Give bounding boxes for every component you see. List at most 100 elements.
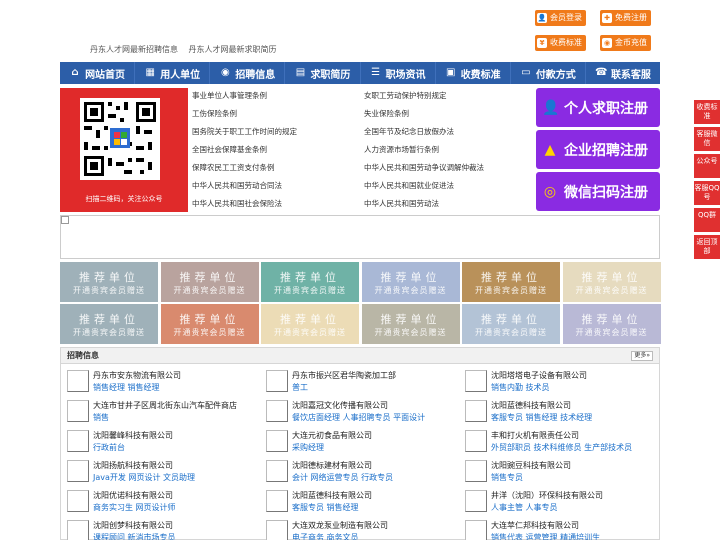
job-positions[interactable]: Java开发 网页设计 文员助理 (93, 472, 195, 483)
side-qq-service-button[interactable]: 客服QQ号 (694, 181, 720, 205)
company-logo[interactable] (67, 400, 89, 422)
job-positions[interactable]: 会计 网络运营专员 行政专员 (292, 472, 393, 483)
nav-jobs[interactable]: ◉ 招聘信息 (210, 62, 286, 84)
free-register-button[interactable]: ✚ 免费注册 (600, 10, 651, 26)
wechat-register-button[interactable]: ◎ 微信扫码注册 (536, 172, 660, 211)
law-link[interactable]: 中华人民共和国就业促进法 (364, 180, 454, 191)
job-positions[interactable]: 销售 (93, 412, 109, 423)
company-logo[interactable] (465, 430, 487, 452)
job-positions[interactable]: 普工 (292, 382, 308, 393)
company-name[interactable]: 大连苹仁邦科技有限公司 (491, 520, 579, 531)
law-link[interactable]: 女职工劳动保护特别规定 (364, 90, 447, 101)
nav-home[interactable]: ⌂ 网站首页 (60, 62, 136, 84)
coin-recharge-button[interactable]: ◉ 金币充值 (600, 35, 651, 51)
law-link[interactable]: 事业单位人事管理条例 (192, 90, 267, 101)
job-positions[interactable]: 销售经理 销售经理 (93, 382, 160, 393)
company-name[interactable]: 丹东市振兴区君华陶瓷加工部 (292, 370, 396, 381)
job-positions[interactable]: 电子商务 商务文员 (292, 532, 359, 540)
nav-payment[interactable]: ▭ 付款方式 (511, 62, 586, 84)
company-logo[interactable] (266, 400, 288, 422)
promo-tile[interactable]: 推荐单位 开通贵宾会员赠送 (562, 262, 661, 302)
law-link[interactable]: 中华人民共和国劳动法 (364, 198, 439, 209)
side-fee-button[interactable]: 收费标准 (694, 100, 720, 124)
company-name[interactable]: 丹东市安东物流有限公司 (93, 370, 181, 381)
promo-tile[interactable]: 推荐单位 开通贵宾会员赠送 (160, 304, 259, 344)
company-name[interactable]: 沈阳扬航科技有限公司 (93, 460, 173, 471)
promo-tile[interactable]: 推荐单位 开通贵宾会员赠送 (562, 304, 661, 344)
promo-tile[interactable]: 推荐单位 开通贵宾会员赠送 (60, 262, 158, 302)
company-name[interactable]: 丰和打火机有限责任公司 (491, 430, 579, 441)
nav-resumes[interactable]: ▤ 求职简历 (285, 62, 361, 84)
job-positions[interactable]: 销售内勤 技术员 (491, 382, 550, 393)
company-name[interactable]: 沈阳馨峰科技有限公司 (93, 430, 173, 441)
company-name[interactable]: 沈阳塔塔电子设备有限公司 (491, 370, 587, 381)
job-positions[interactable]: 采购经理 (292, 442, 324, 453)
job-positions[interactable]: 餐饮店面经理 人事招聘专员 平面设计 (292, 412, 425, 423)
company-logo[interactable] (266, 370, 288, 392)
company-logo[interactable] (465, 520, 487, 540)
nav-fees[interactable]: ▣ 收费标准 (436, 62, 511, 84)
law-link[interactable]: 中华人民共和国劳动争议调解仲裁法 (364, 162, 484, 173)
company-logo[interactable] (266, 490, 288, 512)
side-wechat-service-button[interactable]: 客服微信 (694, 127, 720, 151)
company-logo[interactable] (465, 370, 487, 392)
company-name[interactable]: 沈阳蓝德科技有限公司 (491, 400, 571, 411)
law-link[interactable]: 全国年节及纪念日放假办法 (364, 126, 454, 137)
law-link[interactable]: 中华人民共和国社会保险法 (192, 198, 282, 209)
company-name[interactable]: 沈阳优诺科技有限公司 (93, 490, 173, 501)
company-logo[interactable] (465, 460, 487, 482)
law-link[interactable]: 人力资源市场暂行条例 (364, 144, 439, 155)
company-name[interactable]: 井洋（沈阳）环保科技有限公司 (491, 490, 603, 501)
job-positions[interactable]: 客服专员 销售经理 技术经理 (491, 412, 592, 423)
side-official-account-button[interactable]: 公众号 (694, 154, 720, 178)
promo-tile[interactable]: 推荐单位 开通贵宾会员赠送 (160, 262, 259, 302)
job-positions[interactable]: 销售专员 (491, 472, 523, 483)
job-positions[interactable]: 课程顾问 新消市场专员 (93, 532, 176, 540)
job-positions[interactable]: 外贸部职员 技术科维修员 生产部技术员 (491, 442, 632, 453)
company-name[interactable]: 大连市甘井子区周北街东山汽车配件商店 (93, 400, 237, 411)
side-back-to-top-button[interactable]: 返回顶部 (694, 235, 720, 259)
company-logo[interactable] (266, 520, 288, 540)
nav-news[interactable]: ☰ 职场资讯 (361, 62, 436, 84)
latest-resumes-link[interactable]: 丹东人才网最新求职简历 (189, 45, 277, 54)
company-logo[interactable] (67, 370, 89, 392)
promo-tile[interactable]: 推荐单位 开通贵宾会员赠送 (261, 304, 359, 344)
law-link[interactable]: 失业保险条例 (364, 108, 409, 119)
job-positions[interactable]: 行政前台 (93, 442, 125, 453)
company-logo[interactable] (67, 430, 89, 452)
law-link[interactable]: 保障农民工工资支付条例 (192, 162, 275, 173)
law-link[interactable]: 中华人民共和国劳动合同法 (192, 180, 282, 191)
company-logo[interactable] (67, 520, 89, 540)
promo-tile[interactable]: 推荐单位 开通贵宾会员赠送 (60, 304, 158, 344)
company-name[interactable]: 大连双龙泵业制造有限公司 (292, 520, 388, 531)
company-name[interactable]: 沈阳嘉冠文化传播有限公司 (292, 400, 388, 411)
company-logo[interactable] (67, 490, 89, 512)
company-logo[interactable] (465, 400, 487, 422)
promo-tile[interactable]: 推荐单位 开通贵宾会员赠送 (261, 262, 359, 302)
job-positions[interactable]: 人事主管 人事专员 (491, 502, 558, 513)
company-name[interactable]: 沈阳创梦科技有限公司 (93, 520, 173, 531)
law-link[interactable]: 工伤保险条例 (192, 108, 237, 119)
company-logo[interactable] (67, 460, 89, 482)
company-name[interactable]: 沈阳德标建材有限公司 (292, 460, 372, 471)
latest-jobs-link[interactable]: 丹东人才网最新招聘信息 (90, 45, 178, 54)
job-positions[interactable]: 销售代表 运营管理 精通培训生 (491, 532, 600, 540)
fee-standard-button[interactable]: ¥ 收费标准 (535, 35, 586, 51)
company-name[interactable]: 沈阳蓝德科技有限公司 (292, 490, 372, 501)
company-logo[interactable] (266, 460, 288, 482)
personal-register-button[interactable]: 👤 个人求职注册 (536, 88, 660, 127)
company-name[interactable]: 大连元初食品有限公司 (292, 430, 372, 441)
job-positions[interactable]: 客服专员 销售经理 (292, 502, 359, 513)
law-link[interactable]: 国务院关于职工工作时间的规定 (192, 126, 297, 137)
more-link[interactable]: 更多» (631, 351, 653, 361)
company-name[interactable]: 沈阳豌豆科技有限公司 (491, 460, 571, 471)
nav-employers[interactable]: ▦ 用人单位 (135, 62, 211, 84)
promo-tile[interactable]: 推荐单位 开通贵宾会员赠送 (462, 304, 560, 344)
side-qq-group-button[interactable]: QQ群 (694, 208, 720, 232)
law-link[interactable]: 全国社会保障基金条例 (192, 144, 267, 155)
company-logo[interactable] (266, 430, 288, 452)
promo-tile[interactable]: 推荐单位 开通贵宾会员赠送 (361, 262, 460, 302)
company-register-button[interactable]: ▲ 企业招聘注册 (536, 130, 660, 169)
member-login-button[interactable]: 👤 会员登录 (535, 10, 586, 26)
promo-tile[interactable]: 推荐单位 开通贵宾会员赠送 (361, 304, 460, 344)
